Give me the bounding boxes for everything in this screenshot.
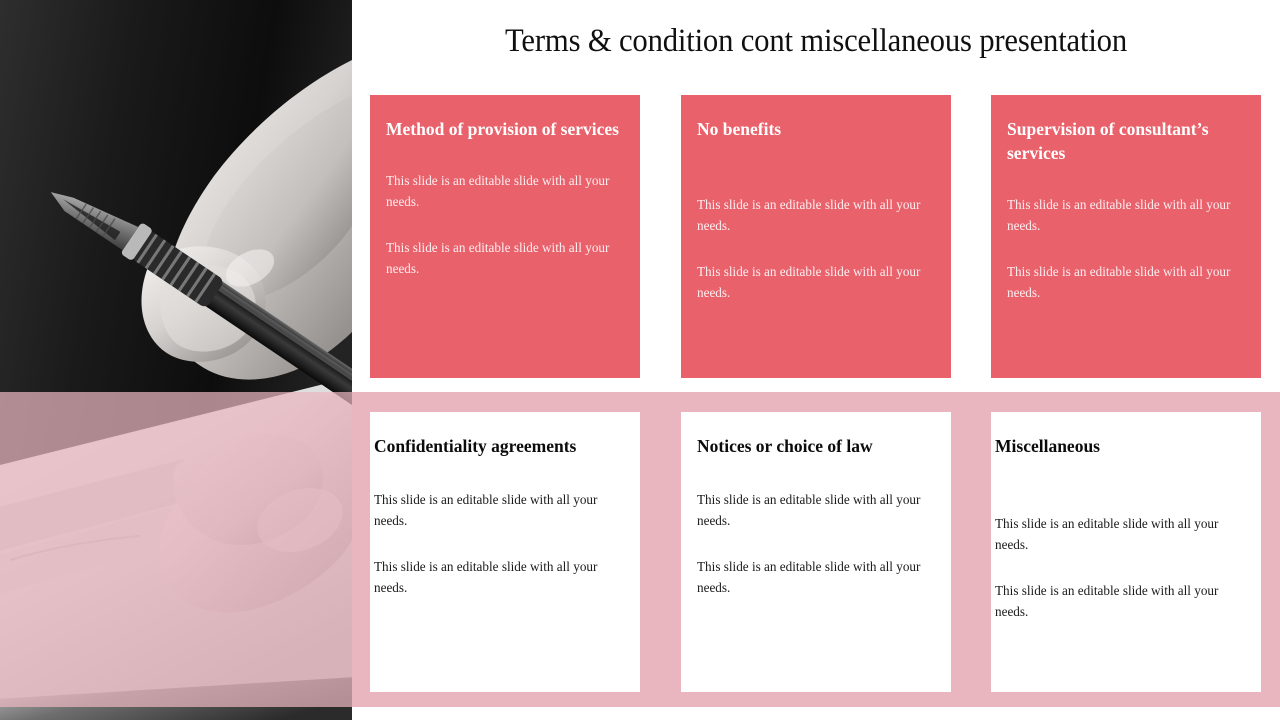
card-body: This slide is an editable slide with all… xyxy=(386,171,624,279)
card-body: This slide is an editable slide with all… xyxy=(1007,195,1245,303)
card-body: This slide is an editable slide with all… xyxy=(697,490,935,598)
card-heading: Miscellaneous xyxy=(995,436,1100,456)
card-paragraph: This slide is an editable slide with all… xyxy=(995,583,1219,619)
card-paragraph: This slide is an editable slide with all… xyxy=(386,240,610,276)
card-paragraph: This slide is an editable slide with all… xyxy=(697,559,921,595)
card-paragraph: This slide is an editable slide with all… xyxy=(374,492,598,528)
presentation-slide: Terms & condition cont miscellaneous pre… xyxy=(0,0,1280,720)
card-paragraph: This slide is an editable slide with all… xyxy=(697,264,921,300)
card-paragraph: This slide is an editable slide with all… xyxy=(697,197,921,233)
slide-title: Terms & condition cont miscellaneous pre… xyxy=(505,23,1127,59)
card-paragraph: This slide is an editable slide with all… xyxy=(697,492,921,528)
card-paragraph: This slide is an editable slide with all… xyxy=(1007,264,1231,300)
pen-writing-photo xyxy=(0,0,352,720)
card-body: This slide is an editable slide with all… xyxy=(374,490,624,598)
card-heading: Confidentiality agreements xyxy=(374,436,577,456)
card-heading: Supervision of consultant’s services xyxy=(1007,119,1209,163)
card-notices-or-choice-of-law[interactable]: Notices or choice of law This slide is a… xyxy=(681,412,951,692)
card-body: This slide is an editable slide with all… xyxy=(995,514,1245,622)
card-heading: Method of provision of services xyxy=(386,119,619,139)
card-supervision-of-consultants-services[interactable]: Supervision of consultant’s services Thi… xyxy=(991,95,1261,378)
card-heading: Notices or choice of law xyxy=(697,436,873,456)
card-confidentiality-agreements[interactable]: Confidentiality agreements This slide is… xyxy=(370,412,640,692)
card-heading: No benefits xyxy=(697,119,782,139)
card-miscellaneous[interactable]: Miscellaneous This slide is an editable … xyxy=(991,412,1261,692)
card-no-benefits[interactable]: No benefits This slide is an editable sl… xyxy=(681,95,951,378)
card-paragraph: This slide is an editable slide with all… xyxy=(374,559,598,595)
card-method-of-provision-of-services[interactable]: Method of provision of services This sli… xyxy=(370,95,640,378)
card-paragraph: This slide is an editable slide with all… xyxy=(386,173,610,209)
card-paragraph: This slide is an editable slide with all… xyxy=(1007,197,1231,233)
card-body: This slide is an editable slide with all… xyxy=(697,195,935,303)
card-paragraph: This slide is an editable slide with all… xyxy=(995,516,1219,552)
